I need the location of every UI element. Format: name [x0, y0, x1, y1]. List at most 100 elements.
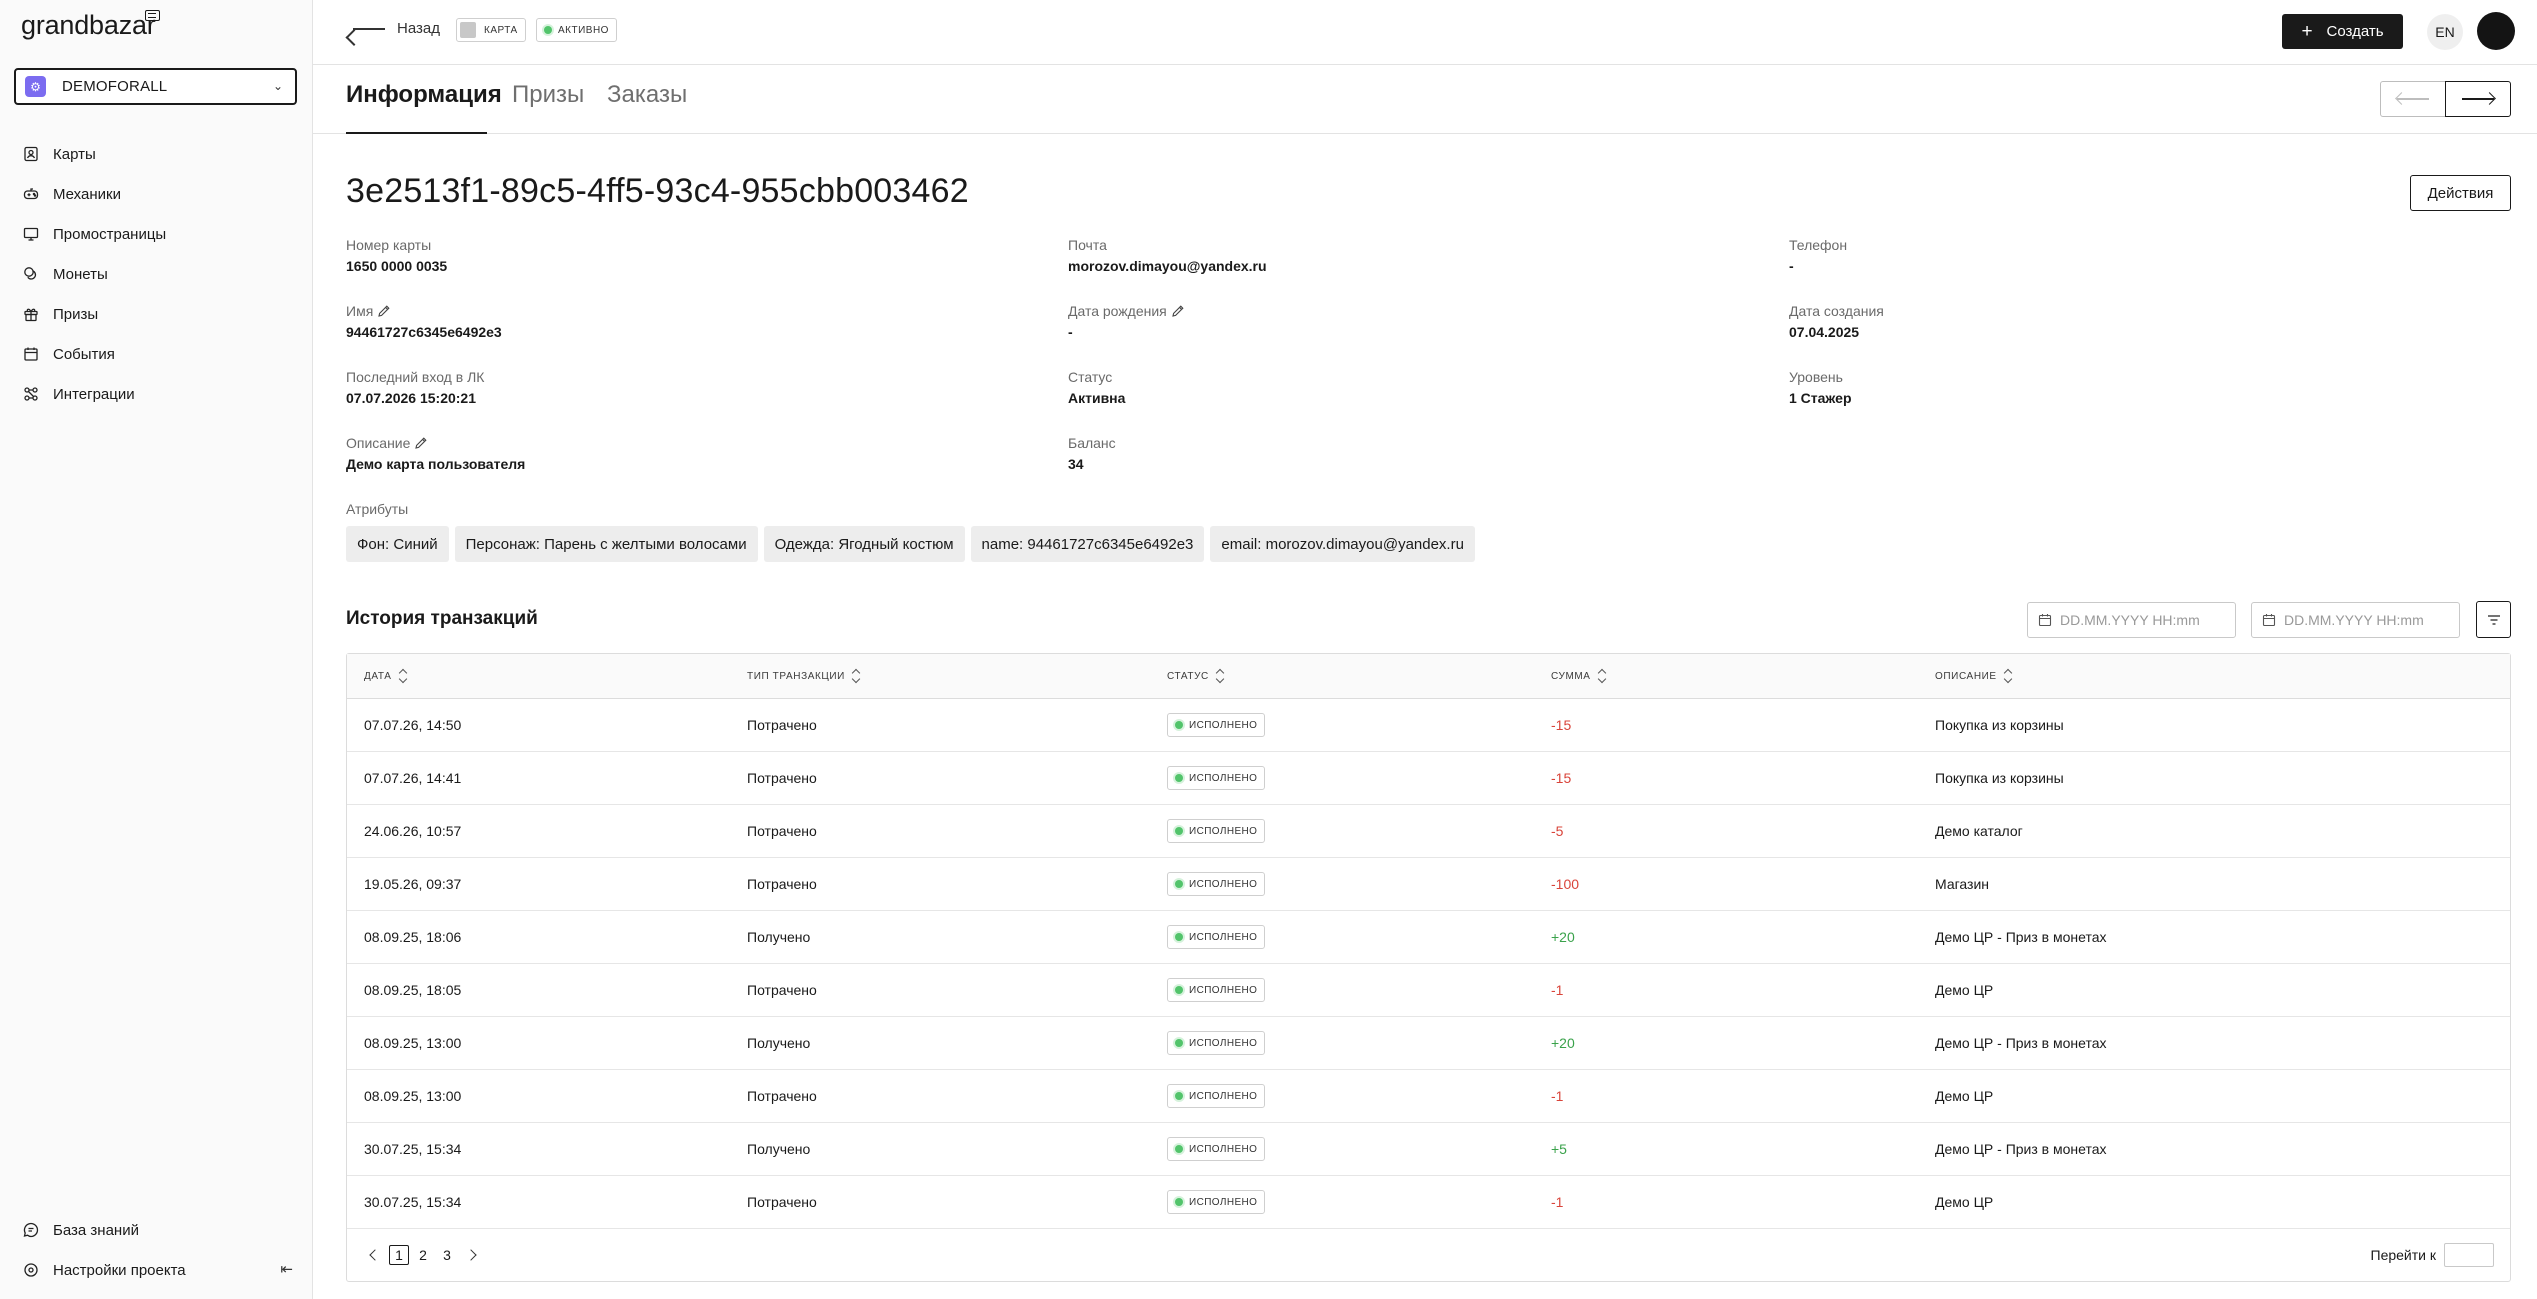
chevron-right-icon	[465, 1249, 477, 1261]
status-badge: ИСПОЛНЕНО	[1167, 1190, 1266, 1214]
status-dot-icon	[1175, 933, 1183, 941]
pagination-page[interactable]: 3	[437, 1245, 457, 1265]
table-row[interactable]: 19.05.26, 09:37 Потрачено ИСПОЛНЕНО -100 Маг…	[347, 858, 2510, 911]
cell-date: 08.09.25, 18:05	[364, 982, 462, 998]
project-select[interactable]: ⚙ DEMOFORALL ⌄	[14, 68, 297, 105]
cell-description: Демо каталог	[1935, 823, 2023, 839]
goto-page-input[interactable]	[2444, 1243, 2494, 1267]
status-label: ИСПОЛНЕНО	[1189, 984, 1258, 996]
field-level: Уровень 1 Стажер	[1789, 369, 1852, 406]
field-label: Уровень	[1789, 369, 1843, 385]
tab-prizes[interactable]: Призы	[512, 81, 584, 109]
cell-type: Потрачено	[747, 1088, 817, 1104]
sidebar-item-promopages[interactable]: Промостраницы	[23, 214, 166, 254]
sidebar-item-mechanics[interactable]: Механики	[23, 174, 166, 214]
status-badge: ИСПОЛНЕНО	[1167, 872, 1266, 896]
date-placeholder: DD.MM.YYYY HH:mm	[2284, 612, 2424, 628]
transactions-title: История транзакций	[346, 608, 538, 629]
edit-pencil-icon[interactable]	[414, 436, 428, 450]
sidebar-item-project-settings[interactable]: Настройки проекта ⇤	[23, 1250, 293, 1290]
knowledge-icon	[23, 1222, 39, 1238]
collapse-sidebar-icon[interactable]: ⇤	[280, 1260, 293, 1278]
coins-icon	[23, 266, 39, 282]
next-record-button[interactable]	[2445, 81, 2511, 117]
cell-amount: +20	[1551, 929, 1575, 945]
create-label: Создать	[2326, 23, 2384, 40]
sidebar-item-label: База знаний	[53, 1221, 139, 1239]
pagination-page[interactable]: 1	[389, 1245, 409, 1265]
table-row[interactable]: 08.09.25, 18:05 Потрачено ИСПОЛНЕНО -1 Демо …	[347, 964, 2510, 1017]
sidebar-item-events[interactable]: События	[23, 334, 166, 374]
table-row[interactable]: 08.09.25, 18:06 Получено ИСПОЛНЕНО +20 Демо …	[347, 911, 2510, 964]
cell-amount: -15	[1551, 770, 1572, 786]
sidebar-item-label: Монеты	[53, 265, 108, 283]
cell-type: Потрачено	[747, 823, 817, 839]
sidebar-item-label: Карты	[53, 145, 96, 163]
calendar-icon	[2262, 614, 2276, 627]
table-row[interactable]: 07.07.26, 14:41 Потрачено ИСПОЛНЕНО -15 Поку…	[347, 752, 2510, 805]
table-row[interactable]: 07.07.26, 14:50 Потрачено ИСПОЛНЕНО -15 Поку…	[347, 699, 2510, 752]
create-button[interactable]: + Создать	[2282, 14, 2403, 49]
sidebar-item-coins[interactable]: Монеты	[23, 254, 166, 294]
sidebar-item-prizes[interactable]: Призы	[23, 294, 166, 334]
status-label: ИСПОЛНЕНО	[1189, 825, 1258, 837]
date-from-input[interactable]: DD.MM.YYYY HH:mm	[2027, 602, 2236, 638]
pagination-prev[interactable]	[365, 1245, 385, 1265]
column-label: ДАТА	[364, 670, 392, 682]
cell-type: Получено	[747, 1035, 811, 1051]
settings-icon	[23, 1262, 39, 1278]
back-button[interactable]: Назад	[353, 20, 440, 37]
date-to-input[interactable]: DD.MM.YYYY HH:mm	[2251, 602, 2460, 638]
sort-icon	[851, 668, 861, 684]
table-row[interactable]: 08.09.25, 13:00 Потрачено ИСПОЛНЕНО -1 Демо …	[347, 1070, 2510, 1123]
field-name: Имя 94461727c6345e6492e3	[346, 303, 502, 340]
card-type-badge: КАРТА	[456, 18, 526, 42]
column-header-status[interactable]: СТАТУС	[1167, 668, 1225, 684]
cell-type: Потрачено	[747, 982, 817, 998]
field-label: Последний вход в ЛК	[346, 369, 485, 385]
cell-amount: -100	[1551, 876, 1580, 892]
edit-pencil-icon[interactable]	[1171, 304, 1185, 318]
column-header-type[interactable]: ТИП ТРАНЗАКЦИИ	[747, 668, 861, 684]
column-header-amount[interactable]: СУММА	[1551, 668, 1606, 684]
cell-type: Потрачено	[747, 876, 817, 892]
pagination-page[interactable]: 2	[413, 1245, 433, 1265]
table-row[interactable]: 30.07.25, 15:34 Получено ИСПОЛНЕНО +5 Демо Ц…	[347, 1123, 2510, 1176]
table-row[interactable]: 08.09.25, 13:00 Получено ИСПОЛНЕНО +20 Демо …	[347, 1017, 2510, 1070]
field-value: 1 Стажер	[1789, 390, 1852, 406]
actions-button[interactable]: Действия	[2410, 175, 2511, 211]
cell-date: 08.09.25, 13:00	[364, 1035, 462, 1051]
language-switch[interactable]: EN	[2427, 14, 2463, 50]
column-label: ТИП ТРАНЗАКЦИИ	[747, 670, 845, 682]
previous-record-button[interactable]	[2380, 81, 2446, 117]
field-label: Описание	[346, 435, 411, 451]
cell-amount: +5	[1551, 1141, 1567, 1157]
tabs-bar: Информация Призы Заказы	[313, 65, 2537, 134]
page-title: 3e2513f1-89c5-4ff5-93c4-955cbb003462	[346, 172, 969, 210]
app-logo[interactable]: grandbazar	[21, 10, 156, 41]
tab-orders[interactable]: Заказы	[607, 81, 687, 109]
tab-information[interactable]: Информация	[346, 81, 502, 109]
edit-pencil-icon[interactable]	[377, 304, 391, 318]
record-pager	[2380, 81, 2511, 117]
table-row[interactable]: 30.07.25, 15:34 Потрачено ИСПОЛНЕНО -1 Демо …	[347, 1176, 2510, 1229]
calendar-icon	[2038, 614, 2052, 627]
sidebar-item-label: Призы	[53, 305, 99, 323]
sidebar-item-integrations[interactable]: Интеграции	[23, 374, 166, 414]
status-dot-icon	[1175, 1145, 1183, 1153]
column-header-date[interactable]: ДАТА	[364, 668, 407, 684]
filter-button[interactable]	[2476, 601, 2511, 638]
sidebar-item-cards[interactable]: Карты	[23, 134, 166, 174]
pagination-next[interactable]	[461, 1245, 481, 1265]
field-description: Описание Демо карта пользователя	[346, 435, 525, 472]
field-value: Демо карта пользователя	[346, 456, 526, 472]
avatar[interactable]	[2477, 12, 2515, 50]
sidebar-item-knowledge-base[interactable]: База знаний	[23, 1210, 293, 1250]
cell-date: 07.07.26, 14:41	[364, 770, 462, 786]
column-header-description[interactable]: ОПИСАНИЕ	[1935, 668, 2012, 684]
table-header: ДАТА ТИП ТРАНЗАКЦИИ СТАТУС СУММА ОПИСАНИ…	[347, 654, 2510, 699]
table-row[interactable]: 24.06.26, 10:57 Потрачено ИСПОЛНЕНО -5 Демо …	[347, 805, 2510, 858]
card-type-label: КАРТА	[484, 24, 518, 36]
status-dot-icon	[1175, 774, 1183, 782]
status-badge: ИСПОЛНЕНО	[1167, 713, 1266, 737]
